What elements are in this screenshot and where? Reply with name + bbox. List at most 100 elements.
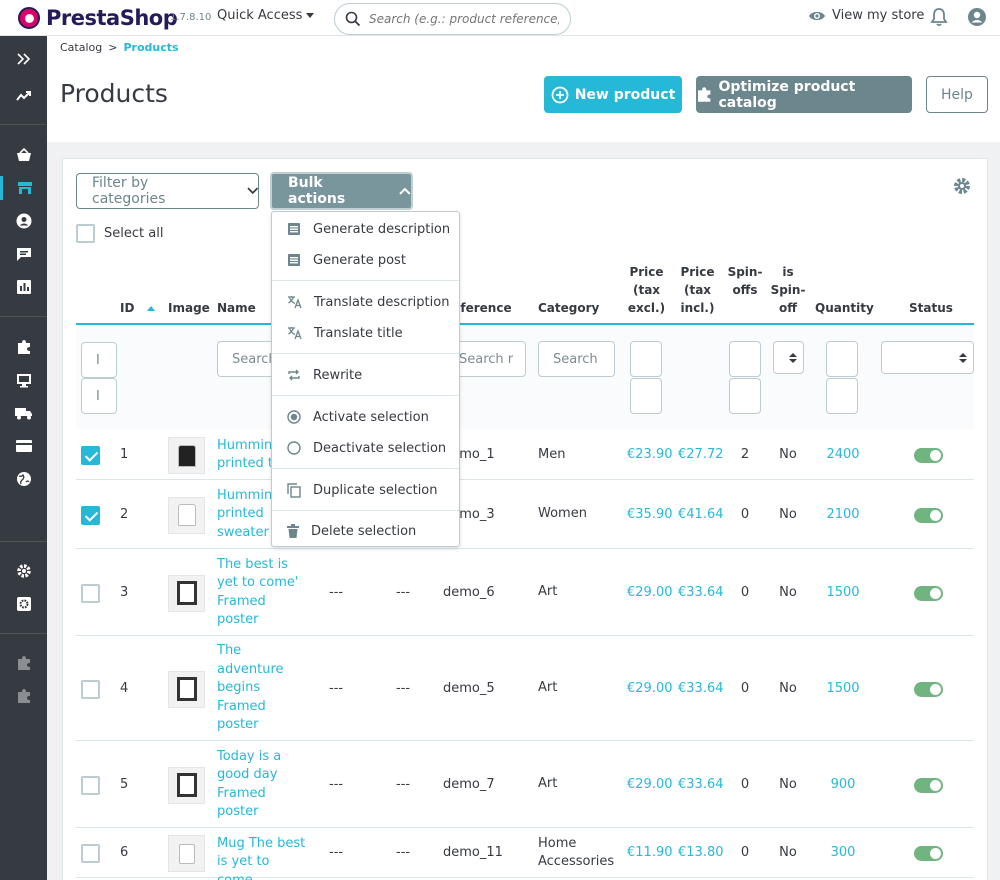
breadcrumb-catalog[interactable]: Catalog [60, 41, 102, 54]
optimize-catalog-button[interactable]: Optimize product catalog [696, 76, 912, 113]
menu-generate-description[interactable]: Generate description [272, 217, 459, 241]
filter-spinoffs-min[interactable] [729, 341, 761, 377]
account-avatar-icon[interactable] [967, 7, 987, 31]
row-price-incl[interactable]: €33.64 [678, 680, 724, 699]
status-toggle[interactable] [914, 846, 943, 861]
row-checkbox[interactable] [81, 775, 100, 795]
row-quantity[interactable]: 2400 [815, 446, 871, 465]
notifications-bell-icon[interactable] [930, 7, 948, 31]
product-thumbnail[interactable] [168, 766, 205, 804]
prestashop-logo[interactable]: PrestaShop [18, 6, 178, 30]
row-price-incl[interactable]: €41.64 [678, 506, 724, 525]
product-thumbnail[interactable] [168, 835, 205, 872]
filter-id-min[interactable]: I [81, 342, 117, 378]
row-price-excl[interactable]: €29.00 [627, 584, 673, 603]
row-checkbox[interactable] [81, 679, 100, 699]
menu-translate-description[interactable]: Translate description [272, 290, 459, 314]
search-input[interactable] [369, 12, 559, 26]
menu-delete-selection[interactable]: Delete selection [272, 519, 459, 543]
col-quantity[interactable]: Quantity [815, 299, 874, 317]
col-name[interactable]: Name [217, 299, 256, 317]
status-toggle[interactable] [914, 448, 943, 463]
product-thumbnail[interactable] [168, 574, 205, 612]
product-name-link[interactable]: The best is yet to come' Framed poster [217, 556, 307, 630]
filter-id-max[interactable]: I [81, 378, 117, 414]
dashboard-trend-icon[interactable] [0, 84, 47, 108]
sidebar-collapse-icon[interactable] [0, 47, 47, 71]
menu-deactivate-selection[interactable]: Deactivate selection [272, 436, 459, 460]
row-price-incl[interactable]: €13.80 [678, 844, 724, 863]
col-price-excl[interactable]: Price (tax excl.) [624, 263, 669, 317]
product-thumbnail[interactable] [168, 670, 205, 708]
filter-quantity-max[interactable] [826, 378, 858, 414]
settings-gear-icon[interactable] [0, 559, 47, 583]
view-store-link[interactable]: View my store [808, 8, 924, 23]
status-toggle[interactable] [914, 585, 943, 601]
row-price-incl[interactable]: €27.72 [678, 446, 724, 465]
filter-is-spinoff-select[interactable] [773, 341, 804, 374]
customers-user-icon[interactable] [0, 209, 47, 233]
filter-status-select[interactable] [881, 341, 974, 374]
breadcrumb-products[interactable]: Products [123, 41, 178, 54]
orders-basket-icon[interactable] [0, 143, 47, 167]
module-puzzle-icon-2[interactable] [0, 684, 47, 708]
row-quantity[interactable]: 300 [815, 844, 871, 863]
new-product-button[interactable]: New product [544, 76, 682, 113]
row-price-incl[interactable]: €33.64 [678, 776, 724, 795]
row-price-incl[interactable]: €33.64 [678, 584, 724, 603]
row-price-excl[interactable]: €23.90 [627, 446, 673, 465]
bulk-actions-button[interactable]: Bulk actions [270, 172, 413, 210]
col-category[interactable]: Category [538, 299, 599, 317]
menu-rewrite[interactable]: Rewrite [272, 363, 459, 387]
menu-activate-selection[interactable]: Activate selection [272, 405, 459, 429]
shipping-truck-icon[interactable] [0, 401, 47, 425]
menu-translate-title[interactable]: Translate title [272, 321, 459, 345]
stats-chart-icon[interactable] [0, 275, 47, 299]
row-quantity[interactable]: 2100 [815, 506, 871, 525]
filter-price-excl-min[interactable] [630, 341, 662, 377]
messages-chat-icon[interactable] [0, 242, 47, 266]
payment-card-icon[interactable] [0, 434, 47, 458]
filter-reference-input[interactable]: Search r [452, 341, 526, 377]
help-button[interactable]: Help [926, 76, 988, 113]
row-checkbox[interactable] [81, 505, 100, 525]
module-puzzle-icon[interactable] [0, 651, 47, 675]
filter-categories-dropdown[interactable]: Filter by categories [76, 173, 259, 209]
col-id[interactable]: ID [120, 299, 155, 317]
product-name-link[interactable]: Mug The best is yet to come [217, 835, 307, 880]
advanced-params-icon[interactable] [0, 592, 47, 616]
status-toggle[interactable] [914, 507, 943, 523]
menu-duplicate-selection[interactable]: Duplicate selection [272, 478, 459, 502]
design-monitor-icon[interactable] [0, 368, 47, 392]
quick-access-dropdown[interactable]: Quick Access [217, 8, 315, 23]
global-search[interactable] [334, 3, 571, 35]
row-price-excl[interactable]: €29.00 [627, 776, 673, 795]
col-status[interactable]: Status [909, 299, 953, 317]
row-checkbox[interactable] [81, 446, 100, 465]
row-price-excl[interactable]: €11.90 [627, 844, 673, 863]
menu-generate-post[interactable]: Generate post [272, 248, 459, 272]
product-thumbnail[interactable] [168, 437, 205, 474]
modules-puzzle-icon[interactable] [0, 335, 47, 359]
row-checkbox[interactable] [81, 844, 100, 863]
row-quantity[interactable]: 900 [815, 776, 871, 795]
filter-name-input[interactable]: Search [217, 341, 275, 377]
row-quantity[interactable]: 1500 [815, 584, 871, 603]
international-globe-icon[interactable] [0, 467, 47, 491]
row-price-excl[interactable]: €29.00 [627, 680, 673, 699]
product-thumbnail[interactable] [168, 496, 205, 534]
table-settings-gear-icon[interactable] [952, 176, 972, 200]
row-price-excl[interactable]: €35.90 [627, 506, 673, 525]
row-checkbox[interactable] [81, 583, 100, 603]
catalog-store-icon[interactable] [0, 176, 47, 200]
filter-price-excl-max[interactable] [630, 378, 662, 414]
filter-category-input[interactable]: Search [538, 341, 615, 377]
product-name-link[interactable]: Today is a good day Framed poster [217, 748, 307, 822]
product-name-link[interactable]: The adventure begins Framed poster [217, 642, 307, 735]
status-toggle[interactable] [914, 777, 943, 793]
select-all-checkbox[interactable]: Select all [76, 224, 163, 243]
filter-spinoffs-max[interactable] [729, 378, 761, 414]
col-price-incl[interactable]: Price (tax incl.) [675, 263, 720, 317]
select-all-box[interactable] [76, 224, 95, 243]
filter-quantity-min[interactable] [826, 341, 858, 377]
